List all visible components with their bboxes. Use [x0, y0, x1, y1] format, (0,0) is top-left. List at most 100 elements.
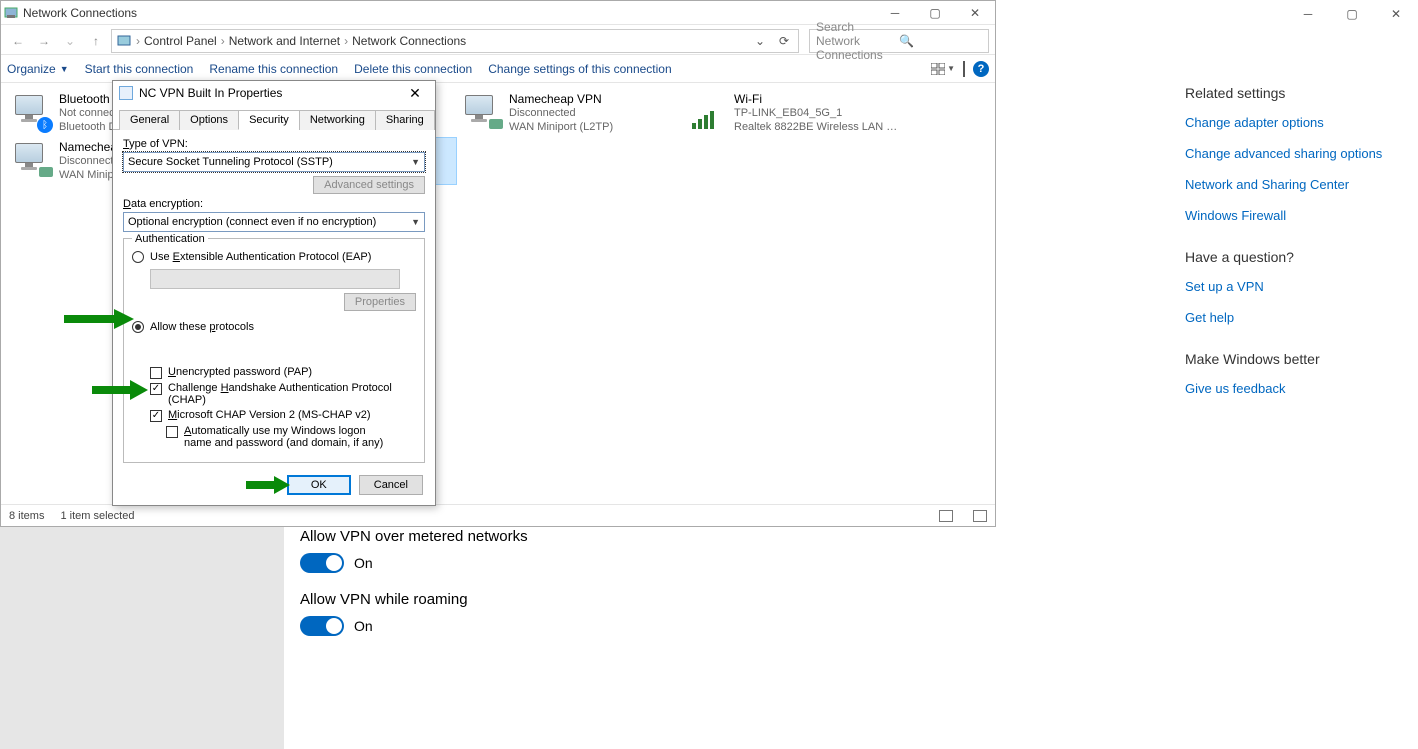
eap-method-combo	[150, 269, 400, 289]
forward-button[interactable]: →	[33, 30, 55, 52]
cancel-button[interactable]: Cancel	[359, 475, 423, 495]
annotation-arrow	[64, 309, 134, 329]
checkbox-chap[interactable]: Challenge Handshake Authentication Proto…	[150, 382, 416, 406]
type-of-vpn-combo[interactable]: Secure Socket Tunneling Protocol (SSTP)▼	[123, 152, 425, 172]
link-feedback[interactable]: Give us feedback	[1185, 381, 1405, 396]
connection-icon: ᛒ	[11, 93, 53, 133]
cmd-rename-connection[interactable]: Rename this connection	[209, 62, 338, 76]
connection-name: Namecheap VPN	[509, 92, 613, 106]
settings-maximize-button[interactable]: ▢	[1330, 0, 1374, 28]
link-advanced-sharing[interactable]: Change advanced sharing options	[1185, 146, 1405, 161]
checkbox-icon	[166, 426, 178, 438]
search-icon: 🔍	[899, 34, 982, 48]
close-button[interactable]: ✕	[955, 1, 995, 25]
dialog-footer: OK Cancel	[287, 475, 423, 495]
connection-icon	[461, 93, 503, 133]
settings-sidebar: Related settings Change adapter options …	[1185, 85, 1405, 422]
view-options-button[interactable]: ▼	[931, 63, 955, 75]
cmd-delete-connection[interactable]: Delete this connection	[354, 62, 472, 76]
data-encryption-label: Data encryption:	[123, 198, 425, 210]
breadcrumb-dropdown[interactable]: ⌄	[750, 34, 770, 48]
better-heading: Make Windows better	[1185, 351, 1405, 367]
breadcrumb-segment[interactable]: Control Panel	[144, 34, 217, 48]
type-of-vpn-label: Type of VPN:	[123, 138, 425, 150]
back-button[interactable]: ←	[7, 30, 29, 52]
window-title: Network Connections	[21, 6, 875, 20]
dialog-close-button[interactable]: ✕	[401, 85, 429, 102]
connection-device: WAN Miniport (L2TP)	[509, 120, 613, 134]
settings-window-controls: ─ ▢ ✕	[1286, 0, 1418, 28]
data-encryption-combo[interactable]: Optional encryption (connect even if no …	[123, 212, 425, 232]
selection-count: 1 item selected	[60, 510, 134, 522]
advanced-settings-button: Advanced settings	[313, 176, 425, 194]
link-change-adapter[interactable]: Change adapter options	[1185, 115, 1405, 130]
tab-security[interactable]: Security	[238, 110, 300, 130]
preview-pane-button[interactable]	[963, 62, 965, 76]
search-input[interactable]: Search Network Connections 🔍	[809, 29, 989, 53]
organize-menu[interactable]: Organize ▼	[7, 62, 69, 76]
link-network-sharing-center[interactable]: Network and Sharing Center	[1185, 177, 1405, 192]
settings-minimize-button[interactable]: ─	[1286, 0, 1330, 28]
chevron-right-icon: ›	[136, 34, 140, 48]
toggle-state: On	[354, 618, 373, 634]
link-windows-firewall[interactable]: Windows Firewall	[1185, 208, 1405, 223]
chevron-down-icon: ▼	[60, 64, 69, 74]
nav-bar: ← → ⌄ ↑ › Control Panel › Network and In…	[1, 27, 995, 55]
link-get-help[interactable]: Get help	[1185, 310, 1405, 325]
dialog-titlebar: NC VPN Built In Properties ✕	[113, 81, 435, 105]
refresh-button[interactable]: ⟳	[774, 34, 794, 48]
large-icons-view-button[interactable]	[973, 510, 987, 522]
connection-name: Wi-Fi	[734, 92, 903, 106]
cmd-start-connection[interactable]: Start this connection	[85, 62, 194, 76]
toggle-label-roaming: Allow VPN while roaming	[300, 591, 528, 608]
toggle-roaming[interactable]	[300, 616, 344, 636]
dialog-title: NC VPN Built In Properties	[139, 86, 401, 100]
cmd-change-settings[interactable]: Change settings of this connection	[488, 62, 671, 76]
question-heading: Have a question?	[1185, 249, 1405, 265]
up-button[interactable]: ↑	[85, 30, 107, 52]
tab-general[interactable]: General	[119, 110, 180, 130]
breadcrumb-segment[interactable]: Network Connections	[352, 34, 466, 48]
toggle-metered[interactable]	[300, 553, 344, 573]
breadcrumb-segment[interactable]: Network and Internet	[229, 34, 340, 48]
related-settings-heading: Related settings	[1185, 85, 1405, 101]
connection-item[interactable]: Wi-FiTP-LINK_EB04_5G_1Realtek 8822BE Wir…	[682, 89, 907, 137]
recent-dropdown[interactable]: ⌄	[59, 30, 81, 52]
dialog-body: Type of VPN: Secure Socket Tunneling Pro…	[113, 130, 435, 471]
window-icon	[1, 6, 21, 20]
settings-nav-background	[0, 527, 284, 749]
vpn-toggles: Allow VPN over metered networks On Allow…	[300, 528, 528, 654]
radio-allow-protocols[interactable]: Allow these protocols	[132, 321, 416, 333]
toggle-state: On	[354, 555, 373, 571]
settings-close-button[interactable]: ✕	[1374, 0, 1418, 28]
tab-options[interactable]: Options	[179, 110, 239, 130]
checkbox-icon	[150, 410, 162, 422]
properties-dialog: NC VPN Built In Properties ✕ General Opt…	[112, 80, 436, 506]
authentication-group: Authentication Use Extensible Authentica…	[123, 238, 425, 463]
tab-sharing[interactable]: Sharing	[375, 110, 435, 130]
link-setup-vpn[interactable]: Set up a VPN	[1185, 279, 1405, 294]
breadcrumb[interactable]: › Control Panel › Network and Internet ›…	[111, 29, 799, 53]
connection-icon	[686, 93, 728, 133]
tab-networking[interactable]: Networking	[299, 110, 376, 130]
chevron-down-icon: ▼	[411, 217, 420, 227]
connection-status: Disconnected	[509, 106, 613, 120]
connection-item[interactable]: Namecheap VPNDisconnectedWAN Miniport (L…	[457, 89, 682, 137]
maximize-button[interactable]: ▢	[915, 1, 955, 25]
ok-button[interactable]: OK	[287, 475, 351, 495]
connection-icon	[11, 141, 53, 181]
chevron-right-icon: ›	[344, 34, 348, 48]
annotation-arrow	[246, 476, 290, 494]
checkbox-auto-logon[interactable]: Automatically use my Windows logon name …	[166, 425, 416, 449]
radio-eap[interactable]: Use Extensible Authentication Protocol (…	[132, 251, 416, 263]
location-icon	[116, 33, 132, 49]
annotation-arrow	[92, 380, 148, 400]
radio-icon	[132, 251, 144, 263]
checkbox-pap[interactable]: Unencrypted password (PAP)	[150, 366, 416, 379]
authentication-legend: Authentication	[132, 233, 208, 245]
details-view-button[interactable]	[939, 510, 953, 522]
connection-status: TP-LINK_EB04_5G_1	[734, 106, 903, 120]
checkbox-mschap[interactable]: Microsoft CHAP Version 2 (MS-CHAP v2)	[150, 409, 416, 422]
help-button[interactable]: ?	[973, 61, 989, 77]
checkbox-icon	[150, 383, 162, 395]
